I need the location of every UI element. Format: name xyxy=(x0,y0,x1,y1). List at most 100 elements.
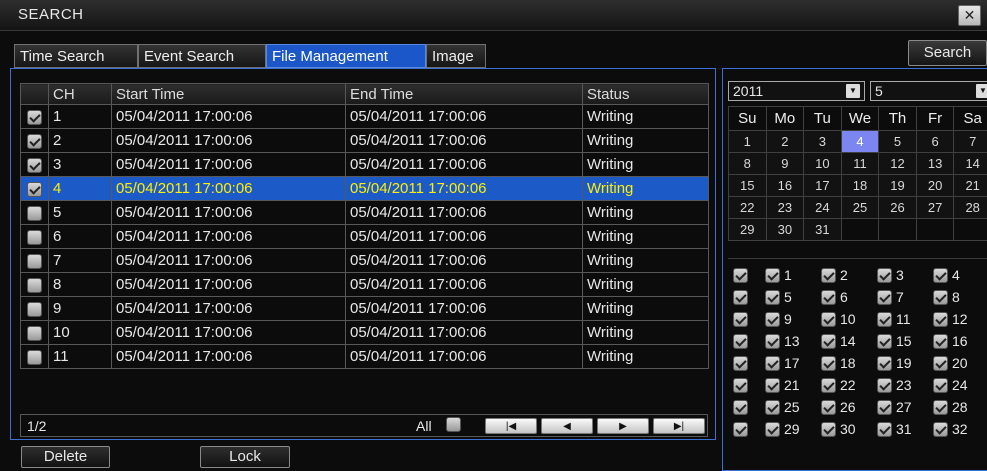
row-checkbox[interactable] xyxy=(27,133,42,149)
channel-checkbox[interactable] xyxy=(933,378,948,394)
lock-button[interactable]: Lock xyxy=(200,446,290,468)
channel-checkbox[interactable] xyxy=(765,268,780,284)
search-button[interactable]: Search xyxy=(908,40,987,66)
channel-checkbox[interactable] xyxy=(765,400,780,416)
tab-time-search[interactable]: Time Search xyxy=(14,44,138,68)
calendar-day[interactable]: 23 xyxy=(765,196,805,219)
table-row[interactable]: 10 05/04/2011 17:00:06 05/04/2011 17:00:06… xyxy=(20,320,709,345)
row-checkbox[interactable] xyxy=(27,205,42,221)
channel-checkbox[interactable] xyxy=(821,400,836,416)
row-checkbox[interactable] xyxy=(27,157,42,173)
row-checkbox[interactable] xyxy=(27,325,42,341)
channel-checkbox[interactable] xyxy=(821,422,836,438)
channel-checkbox[interactable] xyxy=(933,268,948,284)
channel-checkbox[interactable] xyxy=(877,422,892,438)
row-select-checkbox[interactable] xyxy=(733,378,748,394)
table-row[interactable]: 4 05/04/2011 17:00:06 05/04/2011 17:00:06 W… xyxy=(20,176,709,201)
calendar-day[interactable]: 11 xyxy=(840,152,880,175)
table-row[interactable]: 1 05/04/2011 17:00:06 05/04/2011 17:00:06 W… xyxy=(20,104,709,129)
row-select-checkbox[interactable] xyxy=(733,400,748,416)
month-select[interactable]: 5 ▼ xyxy=(870,81,987,101)
calendar-day[interactable]: 4 xyxy=(840,130,880,153)
table-row[interactable]: 11 05/04/2011 17:00:06 05/04/2011 17:00:06… xyxy=(20,344,709,369)
row-checkbox[interactable] xyxy=(27,301,42,317)
calendar-day[interactable]: 18 xyxy=(840,174,880,197)
calendar-day[interactable]: 1 xyxy=(728,130,767,153)
channel-checkbox[interactable] xyxy=(933,312,948,328)
next-page-button[interactable]: ▶ xyxy=(597,418,649,434)
last-page-button[interactable]: ▶| xyxy=(653,418,705,434)
channel-checkbox[interactable] xyxy=(933,356,948,372)
calendar-day[interactable]: 15 xyxy=(728,174,767,197)
calendar-day[interactable]: 2 xyxy=(765,130,805,153)
row-checkbox[interactable] xyxy=(27,109,42,125)
select-all-checkbox[interactable] xyxy=(446,417,461,432)
calendar-day[interactable]: 3 xyxy=(803,130,842,153)
row-checkbox[interactable] xyxy=(27,253,42,269)
calendar-day[interactable]: 10 xyxy=(803,152,842,175)
row-select-checkbox[interactable] xyxy=(733,290,748,306)
channel-checkbox[interactable] xyxy=(765,290,780,306)
calendar-day[interactable]: 9 xyxy=(765,152,805,175)
channel-checkbox[interactable] xyxy=(765,334,780,350)
close-button[interactable]: ✕ xyxy=(958,5,981,26)
calendar-day[interactable]: 8 xyxy=(728,152,767,175)
calendar-day[interactable]: 7 xyxy=(953,130,987,153)
tab-event-search[interactable]: Event Search xyxy=(138,44,266,68)
calendar-day[interactable]: 29 xyxy=(728,218,767,241)
year-select[interactable]: 2011 ▼ xyxy=(728,81,865,101)
channel-checkbox[interactable] xyxy=(765,422,780,438)
calendar-day[interactable]: 12 xyxy=(878,152,917,175)
row-checkbox[interactable] xyxy=(27,349,42,365)
calendar-day[interactable]: 31 xyxy=(803,218,842,241)
table-row[interactable]: 2 05/04/2011 17:00:06 05/04/2011 17:00:06 W… xyxy=(20,128,709,153)
channel-checkbox[interactable] xyxy=(821,356,836,372)
calendar-day[interactable]: 21 xyxy=(953,174,987,197)
calendar-day[interactable]: 16 xyxy=(765,174,805,197)
calendar-day[interactable]: 30 xyxy=(765,218,805,241)
channel-checkbox[interactable] xyxy=(821,312,836,328)
table-row[interactable]: 5 05/04/2011 17:00:06 05/04/2011 17:00:06 W… xyxy=(20,200,709,225)
prev-page-button[interactable]: ◀ xyxy=(541,418,593,434)
table-row[interactable]: 9 05/04/2011 17:00:06 05/04/2011 17:00:06 W… xyxy=(20,296,709,321)
channel-checkbox[interactable] xyxy=(877,334,892,350)
row-checkbox[interactable] xyxy=(27,181,42,197)
delete-button[interactable]: Delete xyxy=(21,446,110,468)
calendar-day[interactable]: 25 xyxy=(840,196,880,219)
channel-checkbox[interactable] xyxy=(765,378,780,394)
row-select-checkbox[interactable] xyxy=(733,268,748,284)
row-select-checkbox[interactable] xyxy=(733,422,748,438)
row-checkbox[interactable] xyxy=(27,229,42,245)
first-page-button[interactable]: |◀ xyxy=(485,418,537,434)
channel-checkbox[interactable] xyxy=(877,378,892,394)
calendar-day[interactable]: 22 xyxy=(728,196,767,219)
channel-checkbox[interactable] xyxy=(765,356,780,372)
calendar-day[interactable]: 5 xyxy=(878,130,917,153)
row-select-checkbox[interactable] xyxy=(733,334,748,350)
channel-checkbox[interactable] xyxy=(933,290,948,306)
table-row[interactable]: 3 05/04/2011 17:00:06 05/04/2011 17:00:06 W… xyxy=(20,152,709,177)
channel-checkbox[interactable] xyxy=(821,268,836,284)
channel-checkbox[interactable] xyxy=(765,312,780,328)
channel-checkbox[interactable] xyxy=(821,334,836,350)
channel-checkbox[interactable] xyxy=(877,400,892,416)
calendar-day[interactable]: 26 xyxy=(878,196,917,219)
channel-checkbox[interactable] xyxy=(933,400,948,416)
table-row[interactable]: 8 05/04/2011 17:00:06 05/04/2011 17:00:06 W… xyxy=(20,272,709,297)
row-checkbox[interactable] xyxy=(27,277,42,293)
channel-checkbox[interactable] xyxy=(877,356,892,372)
calendar-day[interactable]: 13 xyxy=(915,152,955,175)
row-select-checkbox[interactable] xyxy=(733,312,748,328)
calendar-day[interactable]: 20 xyxy=(915,174,955,197)
calendar-day[interactable]: 17 xyxy=(803,174,842,197)
calendar-day[interactable]: 6 xyxy=(915,130,955,153)
row-select-checkbox[interactable] xyxy=(733,356,748,372)
calendar-day[interactable]: 24 xyxy=(803,196,842,219)
calendar-day[interactable]: 14 xyxy=(953,152,987,175)
tab-image[interactable]: Image xyxy=(426,44,486,68)
channel-checkbox[interactable] xyxy=(877,312,892,328)
table-row[interactable]: 7 05/04/2011 17:00:06 05/04/2011 17:00:06 W… xyxy=(20,248,709,273)
channel-checkbox[interactable] xyxy=(821,290,836,306)
calendar-day[interactable]: 27 xyxy=(915,196,955,219)
channel-checkbox[interactable] xyxy=(877,290,892,306)
